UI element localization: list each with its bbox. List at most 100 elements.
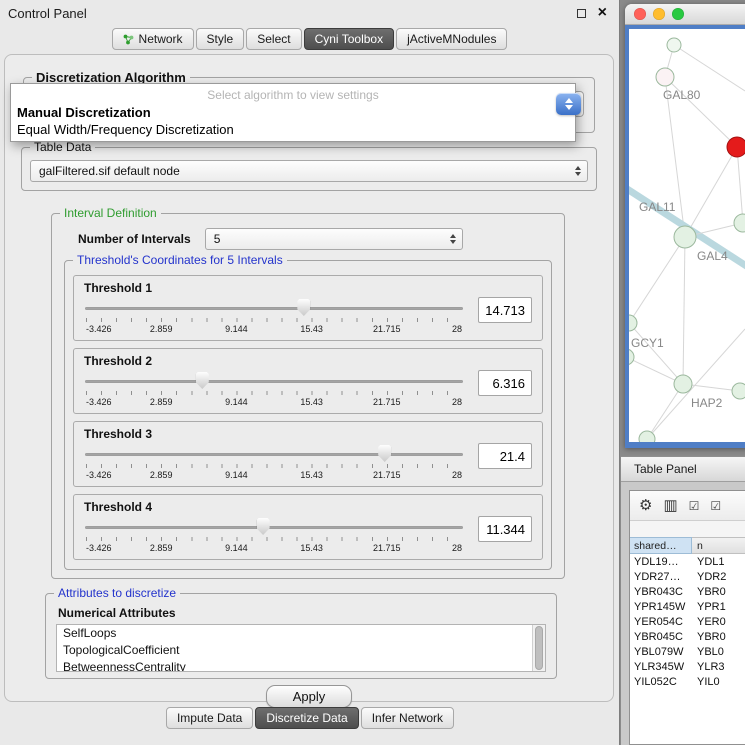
network-edge — [629, 237, 685, 323]
slider-thumb[interactable] — [196, 372, 209, 389]
attribute-item-betweennesscentrality[interactable]: BetweennessCentrality — [57, 659, 545, 672]
network-node[interactable] — [639, 431, 655, 442]
thresholds-coordinates-group: Threshold's Coordinates for 5 Intervals … — [64, 260, 552, 570]
network-node[interactable] — [674, 226, 696, 248]
network-node[interactable] — [629, 315, 637, 331]
threshold-2-value-field[interactable] — [478, 370, 532, 396]
spinner-arrows-icon — [575, 166, 581, 176]
table-row[interactable]: YDL19…YDL1 — [630, 554, 745, 569]
list-scrollbar[interactable] — [532, 625, 545, 671]
threshold-3-value-field[interactable] — [478, 443, 532, 469]
settings-icon[interactable]: ⚙ — [639, 498, 652, 513]
table-row[interactable]: YER054CYER0 — [630, 614, 745, 629]
number-of-intervals-combo[interactable]: 5 — [205, 228, 463, 250]
table-row[interactable]: YLR345WYLR3 — [630, 659, 745, 674]
close-window-icon[interactable]: × — [598, 5, 607, 21]
cell-name: YER0 — [692, 616, 745, 628]
table-row[interactable]: YIL052CYIL0 — [630, 674, 745, 689]
tab-style[interactable]: Style — [196, 28, 245, 50]
numerical-attributes-list[interactable]: SelfLoopsTopologicalCoefficientBetweenne… — [56, 624, 546, 672]
threshold-4-slider[interactable]: -3.4262.8599.14415.4321.71528 — [84, 518, 464, 556]
columns-icon[interactable]: ▥ — [663, 498, 677, 513]
network-view-window[interactable]: GAL80GAL11GAL4GCY1HAP2 — [625, 4, 745, 448]
float-window-icon[interactable] — [577, 9, 586, 18]
tab-discretize-data[interactable]: Discretize Data — [255, 707, 358, 729]
attribute-item-topologicalcoefficient[interactable]: TopologicalCoefficient — [57, 642, 545, 659]
cell-name: YBR0 — [692, 631, 745, 643]
network-canvas[interactable]: GAL80GAL11GAL4GCY1HAP2 — [629, 29, 745, 442]
number-of-intervals-label: Number of Intervals — [78, 232, 191, 246]
zoom-traffic-light-icon[interactable] — [672, 8, 684, 20]
tab-select[interactable]: Select — [246, 28, 301, 50]
algorithm-dropdown-popup: Select algorithm to view settingsManual … — [10, 83, 576, 142]
slider-thumb[interactable] — [297, 299, 310, 316]
table-row[interactable]: YBL079WYBL0 — [630, 644, 745, 659]
scale-label: 28 — [452, 397, 462, 407]
network-graph[interactable]: GAL80GAL11GAL4GCY1HAP2 — [629, 29, 745, 442]
tab-label: Infer Network — [372, 712, 443, 724]
threshold-2-slider[interactable]: -3.4262.8599.14415.4321.71528 — [84, 372, 464, 410]
table-data-group: Table Data galFiltered.sif default node — [21, 147, 597, 191]
tab-jactivemnodules[interactable]: jActiveMNodules — [396, 28, 507, 50]
number-of-intervals-row: Number of Intervals 5 — [78, 228, 554, 250]
threshold-2-group: Threshold 2-3.4262.8599.14415.4321.71528 — [73, 348, 543, 414]
threshold-4-value-field[interactable] — [478, 516, 532, 542]
network-node[interactable] — [734, 214, 745, 232]
slider-track[interactable] — [85, 526, 463, 529]
network-frame: GAL80GAL11GAL4GCY1HAP2 — [625, 25, 745, 448]
column-header-shared-name[interactable]: shared… — [630, 537, 692, 554]
table-row[interactable]: YBR043CYBR0 — [630, 584, 745, 599]
slider-track[interactable] — [85, 453, 463, 456]
tab-impute-data[interactable]: Impute Data — [166, 707, 253, 729]
algorithm-option-equal-width-frequency-discretization[interactable]: Equal Width/Frequency Discretization — [11, 121, 575, 138]
slider-ticks-icon — [86, 318, 462, 322]
close-traffic-light-icon[interactable] — [634, 8, 646, 20]
slider-thumb[interactable] — [378, 445, 391, 462]
node-label-hap2: HAP2 — [691, 396, 723, 410]
table-data-combo[interactable]: galFiltered.sif default node — [30, 160, 588, 182]
network-node[interactable] — [732, 383, 745, 399]
table-subbar — [630, 521, 745, 537]
network-node[interactable] — [667, 38, 681, 52]
scrollbar-thumb[interactable] — [535, 626, 543, 670]
slider-track[interactable] — [85, 380, 463, 383]
network-node[interactable] — [674, 375, 692, 393]
table-row[interactable]: YDR27…YDR2 — [630, 569, 745, 584]
network-edge — [685, 147, 737, 237]
table-panel-header[interactable]: Table Panel — [621, 456, 745, 482]
control-panel-titlebar: Control Panel × — [0, 0, 619, 26]
threshold-4-group: Threshold 4-3.4262.8599.14415.4321.71528 — [73, 494, 543, 560]
tab-label: Impute Data — [177, 712, 242, 724]
thresholds-list: Threshold 1-3.4262.8599.14415.4321.71528… — [73, 275, 543, 560]
checkbox-icon[interactable]: ☑ — [689, 500, 700, 512]
tab-cyni-toolbox[interactable]: Cyni Toolbox — [304, 28, 394, 50]
algorithm-option-manual-discretization[interactable]: Manual Discretization — [11, 104, 575, 121]
threshold-1-value-field[interactable] — [478, 297, 532, 323]
combo-arrows-icon[interactable] — [556, 93, 581, 115]
top-tabbar: NetworkStyleSelect Cyni Toolbox jActiveMNo… — [0, 26, 619, 52]
tab-network[interactable]: Network — [112, 28, 194, 50]
threshold-3-slider[interactable]: -3.4262.8599.14415.4321.71528 — [84, 445, 464, 483]
slider-track[interactable] — [85, 307, 463, 310]
network-node[interactable] — [656, 68, 674, 86]
network-node[interactable] — [727, 137, 745, 157]
checkbox-icon[interactable]: ☑ — [710, 500, 721, 512]
apply-button[interactable]: Apply — [266, 685, 353, 708]
threshold-1-slider[interactable]: -3.4262.8599.14415.4321.71528 — [84, 299, 464, 337]
tab-infer-network[interactable]: Infer Network — [361, 707, 454, 729]
cell-shared-name: YBR043C — [630, 586, 692, 598]
table-row[interactable]: YPR145WYPR1 — [630, 599, 745, 614]
table-body: YDL19…YDL1YDR27…YDR2YBR043CYBR0YPR145WYP… — [630, 554, 745, 689]
minimize-traffic-light-icon[interactable] — [653, 8, 665, 20]
slider-thumb[interactable] — [257, 518, 270, 535]
network-icon — [123, 34, 134, 45]
tab-label: Cyni Toolbox — [315, 33, 383, 45]
column-header-name[interactable]: n — [692, 537, 745, 554]
table-row[interactable]: YBR045CYBR0 — [630, 629, 745, 644]
attribute-item-selfloops[interactable]: SelfLoops — [57, 625, 545, 642]
network-node[interactable] — [629, 349, 634, 365]
network-window-titlebar[interactable] — [625, 4, 745, 25]
cell-name: YPR1 — [692, 601, 745, 613]
slider-ticks-icon — [86, 464, 462, 468]
numerical-attributes-label: Numerical Attributes — [58, 606, 546, 620]
